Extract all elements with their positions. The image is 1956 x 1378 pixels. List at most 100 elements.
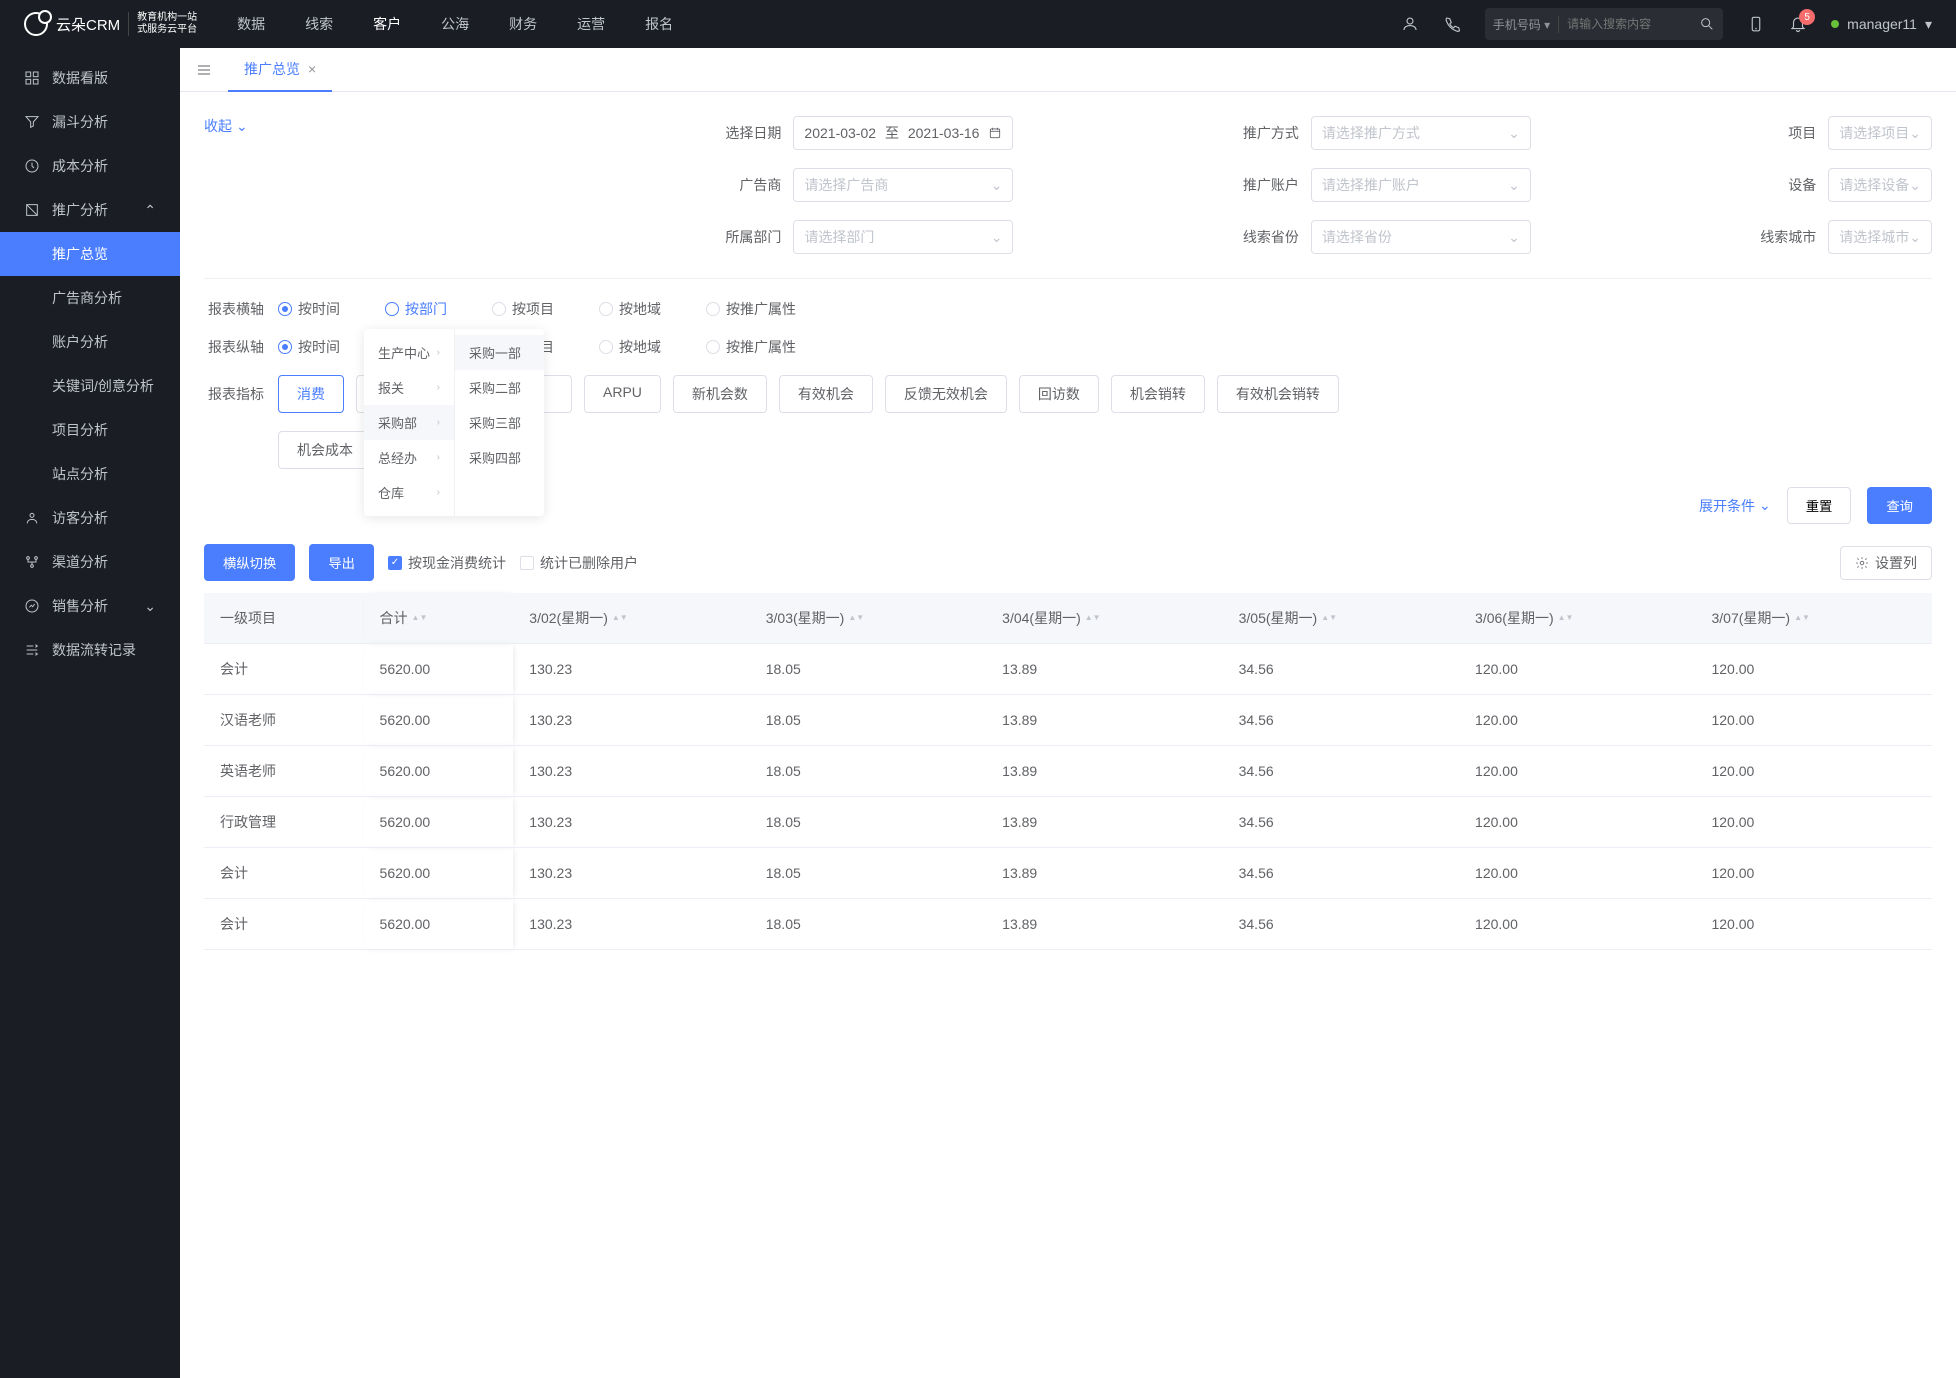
dropdown-item[interactable]: 总经办› (364, 440, 454, 475)
metric-tag[interactable]: ARPU (584, 375, 661, 413)
dropdown-item[interactable]: 采购一部 (455, 335, 544, 370)
expand-conditions-link[interactable]: 展开条件⌄ (1699, 496, 1771, 516)
sidebar-item-5[interactable]: 渠道分析 (0, 540, 180, 584)
nav-item-3[interactable]: 公海 (441, 14, 469, 34)
dropdown-item[interactable]: 采购二部 (455, 370, 544, 405)
sidebar-item-3[interactable]: 推广分析⌃ (0, 188, 180, 232)
sort-icon: ▲▼ (1558, 615, 1574, 621)
table-cell: 120.00 (1459, 899, 1695, 950)
table-header[interactable]: 3/04(星期一) ▲▼ (986, 593, 1222, 644)
metric-tag[interactable]: 有效机会 (779, 375, 873, 413)
logo[interactable]: 云朵CRM 教育机构一站式服务云平台 (24, 12, 197, 36)
sidebar-subitem-3-1[interactable]: 广告商分析 (0, 276, 180, 320)
user-menu[interactable]: manager11 ▾ (1831, 16, 1932, 33)
select-city[interactable]: 请选择城市⌄ (1828, 220, 1932, 254)
search-type-select[interactable]: 手机号码 ▾ (1493, 16, 1559, 33)
radio-option[interactable]: 按时间 (278, 299, 340, 319)
search-input[interactable] (1559, 17, 1699, 31)
sidebar-subitem-3-2[interactable]: 账户分析 (0, 320, 180, 364)
table-header: 一级项目 (204, 593, 364, 644)
select-department[interactable]: 请选择部门⌄ (793, 220, 1013, 254)
hamburger-icon[interactable] (196, 62, 212, 78)
radio-option[interactable]: 按地域 (599, 299, 661, 319)
dropdown-item[interactable]: 仓库› (364, 475, 454, 510)
user-icon[interactable] (1401, 15, 1419, 33)
select-promo-account[interactable]: 请选择推广账户⌄ (1311, 168, 1531, 202)
main: 推广总览 × 选择日期 2021-03-02 至 2021-03-16 推广方式… (180, 48, 1956, 1378)
metric-tag[interactable]: 反馈无效机会 (885, 375, 1007, 413)
cash-stats-checkbox[interactable]: 按现金消费统计 (388, 553, 506, 573)
metric-tag[interactable]: 回访数 (1019, 375, 1099, 413)
dropdown-item[interactable]: 生产中心› (364, 335, 454, 370)
collapse-link[interactable]: 收起⌄ (204, 116, 661, 136)
metric-tag[interactable]: 新机会数 (673, 375, 767, 413)
radio-option[interactable]: 按部门 (385, 299, 447, 319)
dropdown-item[interactable]: 报关› (364, 370, 454, 405)
table-cell: 5620.00 (364, 797, 514, 848)
sidebar-item-4[interactable]: 访客分析 (0, 496, 180, 540)
metric-tag[interactable]: 机会销转 (1111, 375, 1205, 413)
sidebar-subitem-3-0[interactable]: 推广总览 (0, 232, 180, 276)
table-header[interactable]: 3/03(星期一) ▲▼ (750, 593, 986, 644)
phone-icon[interactable] (1443, 15, 1461, 33)
toggle-axis-button[interactable]: 横纵切换 (204, 544, 295, 581)
select-device[interactable]: 请选择设备⌄ (1828, 168, 1932, 202)
radio-option[interactable]: 按项目 (492, 299, 554, 319)
export-button[interactable]: 导出 (309, 544, 374, 581)
radio-option[interactable]: 按地域 (599, 337, 661, 357)
table-cell: 5620.00 (364, 695, 514, 746)
table-cell: 34.56 (1223, 746, 1459, 797)
notification-badge: 5 (1799, 9, 1815, 25)
mobile-icon[interactable] (1747, 15, 1765, 33)
table-header[interactable]: 3/02(星期一) ▲▼ (513, 593, 749, 644)
select-province[interactable]: 请选择省份⌄ (1311, 220, 1531, 254)
select-promo-method[interactable]: 请选择推广方式⌄ (1311, 116, 1531, 150)
close-icon[interactable]: × (308, 61, 316, 77)
sidebar-item-2[interactable]: 成本分析 (0, 144, 180, 188)
radio-option[interactable]: 按时间 (278, 337, 340, 357)
metric-tag[interactable]: 消费 (278, 375, 344, 413)
sort-icon: ▲▼ (612, 615, 628, 621)
sidebar-item-1[interactable]: 漏斗分析 (0, 100, 180, 144)
tab-label: 推广总览 (244, 59, 300, 79)
notifications[interactable]: 5 (1789, 15, 1807, 33)
sidebar-subitem-3-5[interactable]: 站点分析 (0, 452, 180, 496)
table-header[interactable]: 合计 ▲▼ (364, 593, 514, 644)
select-advertiser[interactable]: 请选择广告商⌄ (793, 168, 1013, 202)
radio-option[interactable]: 按推广属性 (706, 337, 796, 357)
nav-item-4[interactable]: 财务 (509, 14, 537, 34)
date-range-input[interactable]: 2021-03-02 至 2021-03-16 (793, 116, 1013, 150)
dropdown-item[interactable]: 采购部› (364, 405, 454, 440)
table-header[interactable]: 3/05(星期一) ▲▼ (1223, 593, 1459, 644)
table-header[interactable]: 3/07(星期一) ▲▼ (1695, 593, 1932, 644)
nav-item-2[interactable]: 客户 (373, 14, 401, 34)
dropdown-item[interactable]: 采购三部 (455, 405, 544, 440)
h-axis-row: 报表横轴 按时间按部门按项目按地域按推广属性 (204, 299, 1932, 319)
nav-item-1[interactable]: 线索 (305, 14, 333, 34)
nav-item-5[interactable]: 运营 (577, 14, 605, 34)
sidebar-item-6[interactable]: 销售分析⌄ (0, 584, 180, 628)
metric-tag[interactable]: 有效机会销转 (1217, 375, 1339, 413)
chevron-down-icon: ⌄ (1508, 229, 1520, 246)
sidebar-subitem-3-4[interactable]: 项目分析 (0, 408, 180, 452)
sidebar-item-7[interactable]: 数据流转记录 (0, 628, 180, 672)
nav-item-6[interactable]: 报名 (645, 14, 673, 34)
select-project[interactable]: 请选择项目⌄ (1828, 116, 1932, 150)
nav-item-0[interactable]: 数据 (237, 14, 265, 34)
deleted-users-checkbox[interactable]: 统计已删除用户 (520, 553, 638, 573)
tabs-bar: 推广总览 × (180, 48, 1956, 92)
dropdown-item[interactable]: 采购四部 (455, 440, 544, 475)
sidebar-item-0[interactable]: 数据看版 (0, 56, 180, 100)
table-cell: 18.05 (750, 746, 986, 797)
columns-button[interactable]: 设置列 (1840, 546, 1932, 580)
reset-button[interactable]: 重置 (1787, 487, 1852, 524)
search-icon[interactable] (1699, 16, 1715, 32)
metric-tag[interactable]: 机会成本 (278, 431, 372, 469)
query-button[interactable]: 查询 (1867, 487, 1932, 524)
table-cell: 120.00 (1695, 848, 1932, 899)
table-header[interactable]: 3/06(星期一) ▲▼ (1459, 593, 1695, 644)
chevron-right-icon: › (437, 417, 440, 428)
radio-option[interactable]: 按推广属性 (706, 299, 796, 319)
sidebar-subitem-3-3[interactable]: 关键词/创意分析 (0, 364, 180, 408)
tab-promo-overview[interactable]: 推广总览 × (228, 48, 332, 92)
